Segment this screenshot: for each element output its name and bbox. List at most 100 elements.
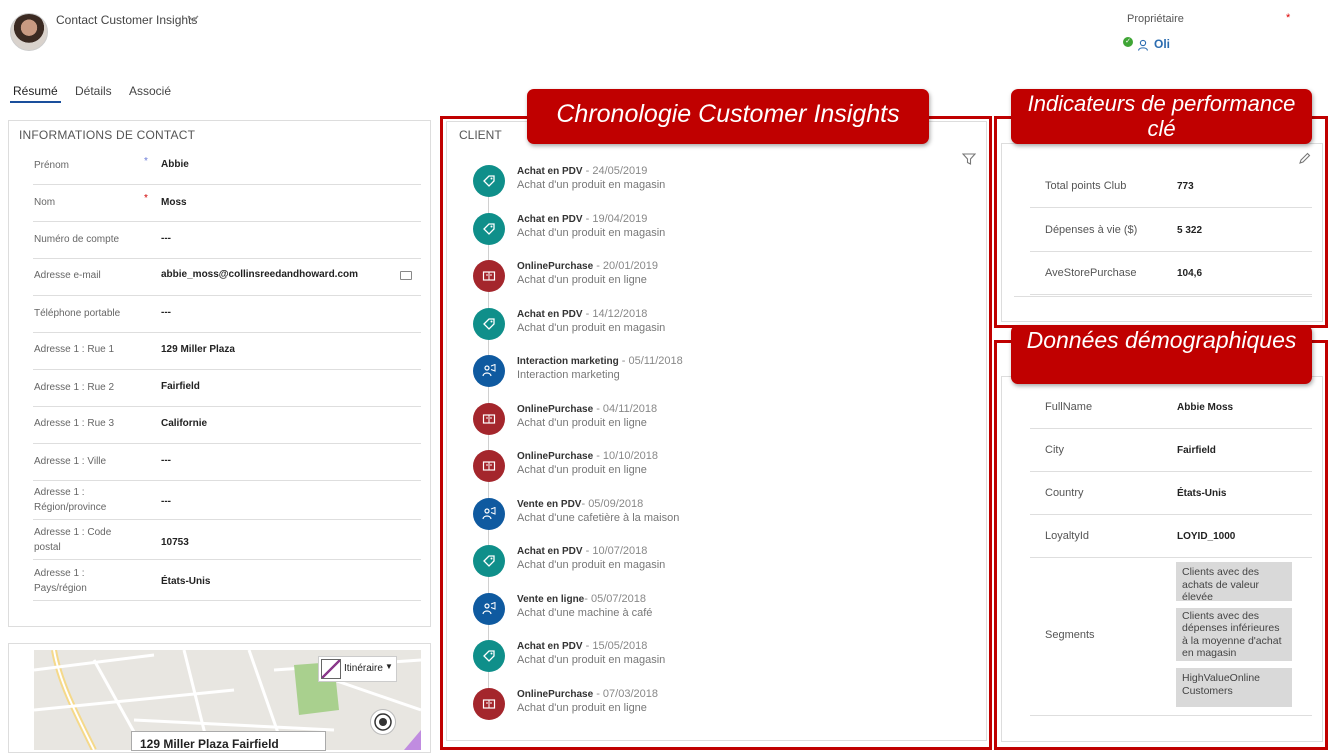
contact-field-row[interactable]: Prénom * Abbie xyxy=(33,149,421,185)
active-tab-indicator xyxy=(10,101,61,103)
field-label: Nom xyxy=(34,197,56,208)
field-value[interactable]: --- xyxy=(161,496,171,507)
email-compose-icon[interactable] xyxy=(400,271,412,280)
field-value[interactable]: --- xyxy=(161,233,171,244)
timeline-item-title: OnlinePurchase - 10/10/2018 xyxy=(517,450,658,462)
timeline-item[interactable]: Vente en PDV- 05/09/2018 Achat d'une cafe… xyxy=(473,497,953,538)
required-marker: * xyxy=(144,193,148,204)
timeline-item-description: Achat d'un produit en ligne xyxy=(517,464,647,476)
timeline-item[interactable]: OnlinePurchase - 04/11/2018 Achat d'un pr… xyxy=(473,402,953,443)
directions-label: Itinéraire xyxy=(344,663,383,674)
timeline-item-description: Achat d'un produit en magasin xyxy=(517,179,666,191)
timeline-item[interactable]: Achat en PDV - 19/04/2019 Achat d'un prod… xyxy=(473,212,953,253)
directions-button[interactable]: Itinéraire ▼ xyxy=(318,656,397,682)
demographics-row: City Fairfield xyxy=(1030,429,1312,472)
contact-field-row[interactable]: Adresse 1 : Région/province --- xyxy=(33,482,421,520)
shopping-bag-icon xyxy=(473,260,505,292)
shopping-bag-icon xyxy=(473,687,505,720)
segment-tag[interactable]: HighValueOnline Customers xyxy=(1176,668,1292,707)
timeline-item-activity: Interaction marketing xyxy=(517,356,619,367)
timeline-item[interactable]: OnlinePurchase - 10/10/2018 Achat d'un pr… xyxy=(473,450,953,490)
status-check-icon: ✓ xyxy=(1123,37,1133,47)
timeline-item-date: - 10/10/2018 xyxy=(593,450,658,462)
demographics-row: LoyaltyId LOYID_1000 xyxy=(1030,515,1312,558)
contact-field-row[interactable]: Adresse 1 : Code postal 10753 xyxy=(33,521,421,560)
tab-associe[interactable]: Associé xyxy=(129,84,171,98)
field-label: Adresse 1 : Rue 2 xyxy=(34,382,115,393)
segment-tag[interactable]: Clients avec des dépenses inférieures à … xyxy=(1176,608,1292,661)
owner-label: Propriétaire xyxy=(1127,13,1184,25)
timeline-item-title: Interaction marketing - 05/11/2018 xyxy=(517,355,683,367)
field-value[interactable]: Moss xyxy=(161,197,187,208)
required-marker: * xyxy=(1286,12,1291,24)
tag-icon xyxy=(473,165,505,197)
timeline-item[interactable]: Achat en PDV - 24/05/2019 Achat d'un prod… xyxy=(473,165,953,205)
timeline-item[interactable]: Interaction marketing - 05/11/2018 Intera… xyxy=(473,355,953,395)
contact-field-row[interactable]: Adresse e-mail abbie_moss@collinsreedandh… xyxy=(33,260,421,296)
field-value[interactable]: --- xyxy=(161,307,171,318)
timeline-item-title: OnlinePurchase - 04/11/2018 xyxy=(517,403,657,415)
contact-field-row[interactable]: Nom * Moss xyxy=(33,186,421,222)
field-value[interactable]: Fairfield xyxy=(161,381,200,392)
timeline-item-title: Achat en PDV - 10/07/2018 xyxy=(517,545,647,557)
owner-link[interactable]: Oli xyxy=(1154,37,1170,51)
field-label: Adresse 1 : Ville xyxy=(34,456,107,467)
field-value[interactable]: États-Unis xyxy=(161,576,210,587)
field-value[interactable]: 129 Miller Plaza xyxy=(161,344,235,355)
contact-field-row[interactable]: Adresse 1 : Rue 1 129 Miller Plaza xyxy=(33,334,421,370)
field-label: Adresse e-mail xyxy=(34,270,101,281)
timeline-item[interactable]: OnlinePurchase - 20/01/2019 Achat d'un pr… xyxy=(473,260,953,300)
timeline-item-title: Vente en PDV- 05/09/2018 xyxy=(517,498,643,510)
field-label: Téléphone portable xyxy=(34,308,121,319)
timeline-item[interactable]: Vente en ligne- 05/07/2018 Achat d'une ma… xyxy=(473,592,953,633)
timeline-item-title: Achat en PDV - 14/12/2018 xyxy=(517,308,647,320)
locate-icon[interactable] xyxy=(370,709,396,735)
timeline-item[interactable]: Achat en PDV - 10/07/2018 Achat d'un prod… xyxy=(473,545,953,585)
kpi-label: Total points Club xyxy=(1045,180,1127,192)
field-value[interactable]: Californie xyxy=(161,418,207,429)
tag-icon xyxy=(473,545,505,577)
timeline-item-date: - 14/12/2018 xyxy=(582,307,648,320)
caret-down-icon: ▼ xyxy=(385,662,393,671)
tag-icon xyxy=(473,212,505,245)
timeline-item-description: Achat d'une machine à café xyxy=(517,606,653,619)
contact-field-row[interactable]: Adresse 1 : Rue 2 Fairfield xyxy=(33,371,421,407)
contact-field-row[interactable]: Adresse 1 : Rue 3 Californie xyxy=(33,408,421,444)
contact-field-row[interactable]: Adresse 1 : Pays/région États-Unis xyxy=(33,561,421,601)
field-value[interactable]: abbie_moss@collinsreedandhoward.com xyxy=(161,269,358,280)
demographics-row: FullName Abbie Moss xyxy=(1030,386,1312,429)
timeline-item-date: - 15/05/2018 xyxy=(582,640,648,652)
marketing-person-icon xyxy=(473,497,505,530)
contact-field-row[interactable]: Numéro de compte --- xyxy=(33,223,421,259)
field-value[interactable]: Abbie xyxy=(161,159,189,170)
demographics-value: LOYID_1000 xyxy=(1177,531,1236,542)
demographics-row: Country États-Unis xyxy=(1030,472,1312,515)
timeline-item-activity: Achat en PDV xyxy=(517,166,583,177)
demographics-value: États-Unis xyxy=(1177,488,1227,499)
tab-resume[interactable]: Résumé xyxy=(13,84,58,98)
tab-details[interactable]: Détails xyxy=(75,84,112,98)
chevron-down-icon[interactable] xyxy=(187,12,199,27)
timeline-item-date: - 07/03/2018 xyxy=(593,687,658,700)
segment-tag[interactable]: Clients avec des achats de valeur élevée xyxy=(1176,562,1292,603)
timeline-item-date: - 24/05/2019 xyxy=(582,165,648,177)
timeline-item-description: Achat d'un produit en magasin xyxy=(517,226,666,239)
kpi-value: 773 xyxy=(1177,181,1194,192)
timeline-item-date: - 04/11/2018 xyxy=(593,402,658,415)
timeline-item[interactable]: Achat en PDV - 15/05/2018 Achat d'un prod… xyxy=(473,640,953,680)
timeline-item-activity: Achat en PDV xyxy=(517,641,583,652)
filter-icon[interactable] xyxy=(961,152,977,165)
field-value[interactable]: 10753 xyxy=(161,537,189,548)
timeline-item-description: Achat d'une cafetière à la maison xyxy=(517,511,680,524)
avatar[interactable] xyxy=(10,13,48,51)
shopping-bag-icon xyxy=(473,450,505,482)
timeline-item[interactable]: OnlinePurchase - 07/03/2018 Achat d'un pr… xyxy=(473,687,953,728)
field-label: Adresse 1 : Pays/région xyxy=(34,568,87,594)
field-value[interactable]: --- xyxy=(161,455,171,466)
contact-field-row[interactable]: Téléphone portable --- xyxy=(33,297,421,333)
person-icon xyxy=(1137,38,1149,51)
contact-field-row[interactable]: Adresse 1 : Ville --- xyxy=(33,445,421,481)
timeline-item[interactable]: Achat en PDV - 14/12/2018 Achat d'un prod… xyxy=(473,307,953,348)
kpi-row: AveStorePurchase 104,6 xyxy=(1030,252,1312,295)
pencil-icon[interactable] xyxy=(1298,152,1311,165)
